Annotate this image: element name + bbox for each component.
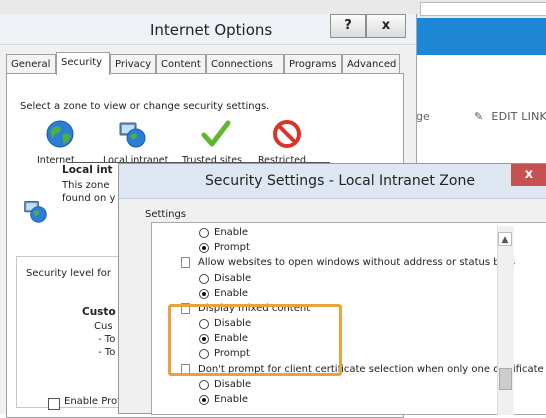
- option-label: Enable: [214, 288, 249, 299]
- background-label: ge: [416, 110, 430, 123]
- dialog-titlebar: Security Settings - Local Intranet Zone: [119, 164, 546, 199]
- custom-level-text: - To: [98, 334, 116, 345]
- setting-title: Allow websites to open windows without a…: [198, 257, 516, 268]
- option-label: Prompt: [214, 242, 250, 253]
- tab-security[interactable]: Security: [56, 52, 110, 75]
- option-label: Enable: [214, 394, 249, 405]
- close-button[interactable]: x: [366, 14, 406, 38]
- scroll-up-icon[interactable]: ▲: [498, 232, 512, 246]
- edit-links-button[interactable]: ✎ EDIT LINKS: [474, 110, 546, 123]
- tab-strip: General Security Privacy Content Connect…: [6, 52, 406, 75]
- settings-label: Settings: [145, 209, 187, 220]
- tab-connections[interactable]: Connections: [206, 54, 284, 74]
- tab-content[interactable]: Content: [156, 54, 206, 74]
- help-button[interactable]: ?: [330, 14, 366, 38]
- dialog-title: Internet Options: [150, 21, 273, 39]
- restricted-icon[interactable]: [272, 119, 302, 149]
- enable-protected-mode-label[interactable]: Enable Prot: [64, 396, 121, 407]
- globe-icon[interactable]: [45, 119, 75, 149]
- radio-enable[interactable]: [199, 395, 209, 405]
- setting-icon: [181, 257, 190, 268]
- highlight-box: [168, 304, 342, 376]
- option-label: Disable: [214, 379, 252, 390]
- radio-enable[interactable]: [199, 228, 209, 238]
- option-label: Disable: [214, 273, 252, 284]
- radio-disable[interactable]: [199, 274, 209, 284]
- custom-level-text: - To: [98, 347, 116, 358]
- checkmark-icon[interactable]: [201, 119, 231, 149]
- zone-prompt: Select a zone to view or change security…: [20, 101, 270, 112]
- tab-programs[interactable]: Programs: [284, 54, 342, 74]
- app-header-bar: [410, 18, 546, 55]
- dialog-title: Security Settings - Local Intranet Zone: [205, 173, 475, 189]
- local-intranet-icon: [22, 198, 48, 224]
- radio-disable[interactable]: [199, 380, 209, 390]
- custom-level-text: Cus: [94, 321, 113, 332]
- custom-level-title: Custo: [82, 306, 116, 318]
- intranet-icon[interactable]: [117, 119, 147, 149]
- address-bar[interactable]: [420, 2, 546, 16]
- radio-enable[interactable]: [199, 289, 209, 299]
- radio-prompt[interactable]: [199, 243, 209, 253]
- settings-scrollbar[interactable]: ▲: [497, 226, 514, 415]
- tab-advanced[interactable]: Advanced: [342, 54, 400, 74]
- tab-general[interactable]: General: [6, 54, 56, 74]
- zone-description-line: This zone: [62, 180, 110, 191]
- security-level-label: Security level for: [24, 268, 113, 279]
- dialog-titlebar: Internet Options ? x: [0, 14, 416, 45]
- option-label: Enable: [214, 227, 249, 238]
- enable-protected-mode-checkbox[interactable]: [48, 398, 60, 410]
- security-settings-dialog: Security Settings - Local Intranet Zone …: [118, 163, 546, 415]
- zone-description-line: found on y: [62, 193, 116, 204]
- tab-privacy[interactable]: Privacy: [110, 54, 156, 74]
- pencil-icon: ✎: [474, 110, 484, 123]
- close-button[interactable]: x: [511, 164, 546, 186]
- scroll-thumb[interactable]: [499, 368, 512, 390]
- edit-links-label: EDIT LINKS: [491, 110, 546, 123]
- zone-title: Local int: [62, 164, 113, 176]
